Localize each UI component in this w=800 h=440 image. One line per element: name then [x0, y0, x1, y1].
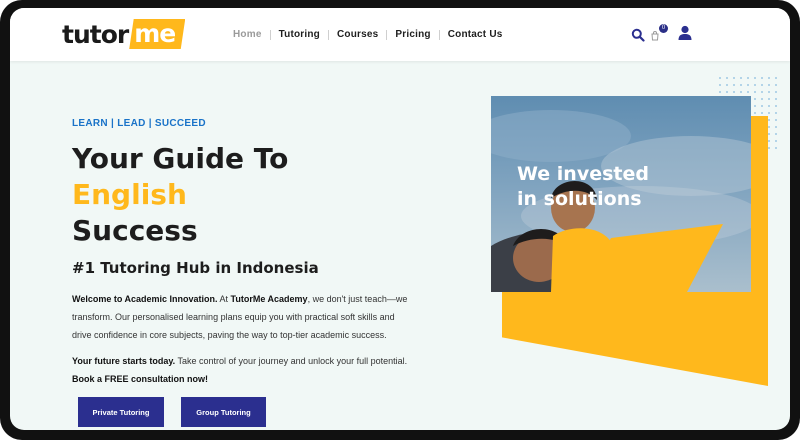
hero-subheading: #1 Tutoring Hub in Indonesia	[72, 259, 319, 277]
intro-text: At	[217, 294, 231, 304]
logo-text-tutor: tutor	[62, 19, 129, 49]
photo-caption-line-2: in solutions	[517, 188, 642, 210]
intro-bold-welcome: Welcome to Academic Innovation.	[72, 294, 218, 304]
cart-count-badge: 0	[659, 24, 668, 33]
nav-tutoring[interactable]: Tutoring	[279, 29, 320, 40]
group-tutoring-button[interactable]: Group Tutoring	[181, 397, 266, 427]
nav-divider	[386, 29, 388, 40]
hero-photo: We invested in solutions	[491, 96, 751, 292]
device-frame: tutor me Home Tutoring Courses Pricing Co…	[0, 0, 800, 440]
nav-pricing[interactable]: Pricing	[395, 29, 430, 40]
photo-caption-line-1: We invested	[517, 163, 649, 185]
cta-text: Take control of your journey and unlock …	[175, 356, 408, 366]
browser-viewport: tutor me Home Tutoring Courses Pricing Co…	[10, 8, 790, 430]
search-icon[interactable]	[631, 28, 645, 42]
hero-title-line-3: Success	[72, 214, 198, 247]
cart-icon[interactable]	[650, 31, 660, 41]
tutorme-logo[interactable]: tutor me	[62, 19, 186, 49]
nav-home[interactable]: Home	[233, 29, 262, 40]
photo-caption: We invested in solutions	[517, 162, 649, 212]
hero-title-accent: English	[72, 178, 187, 211]
intro-bold-brand: TutorMe Academy	[230, 294, 308, 304]
hero-title-line-1: Your Guide To	[72, 142, 289, 175]
nav-courses[interactable]: Courses	[337, 29, 378, 40]
main-nav: Home Tutoring Courses Pricing Contact Us	[233, 8, 503, 61]
nav-divider	[438, 29, 440, 40]
site-header: tutor me Home Tutoring Courses Pricing Co…	[10, 8, 790, 61]
cta-paragraph: Your future starts today. Take control o…	[72, 352, 412, 388]
private-tutoring-button[interactable]: Private Tutoring	[78, 397, 164, 427]
nav-contact-us[interactable]: Contact Us	[448, 29, 503, 40]
intro-paragraph: Welcome to Academic Innovation. At Tutor…	[72, 290, 412, 344]
hero-title: Your Guide To English Success	[72, 141, 288, 249]
cta-bold-future: Your future starts today.	[72, 356, 176, 366]
cta-bold-consultation: Book a FREE consultation now!	[72, 374, 209, 384]
hero-tagline: LEARN | LEAD | SUCCEED	[72, 118, 206, 129]
logo-text-me: me	[129, 19, 186, 49]
nav-divider	[269, 29, 271, 40]
user-icon[interactable]	[677, 25, 693, 41]
nav-divider	[328, 29, 329, 40]
